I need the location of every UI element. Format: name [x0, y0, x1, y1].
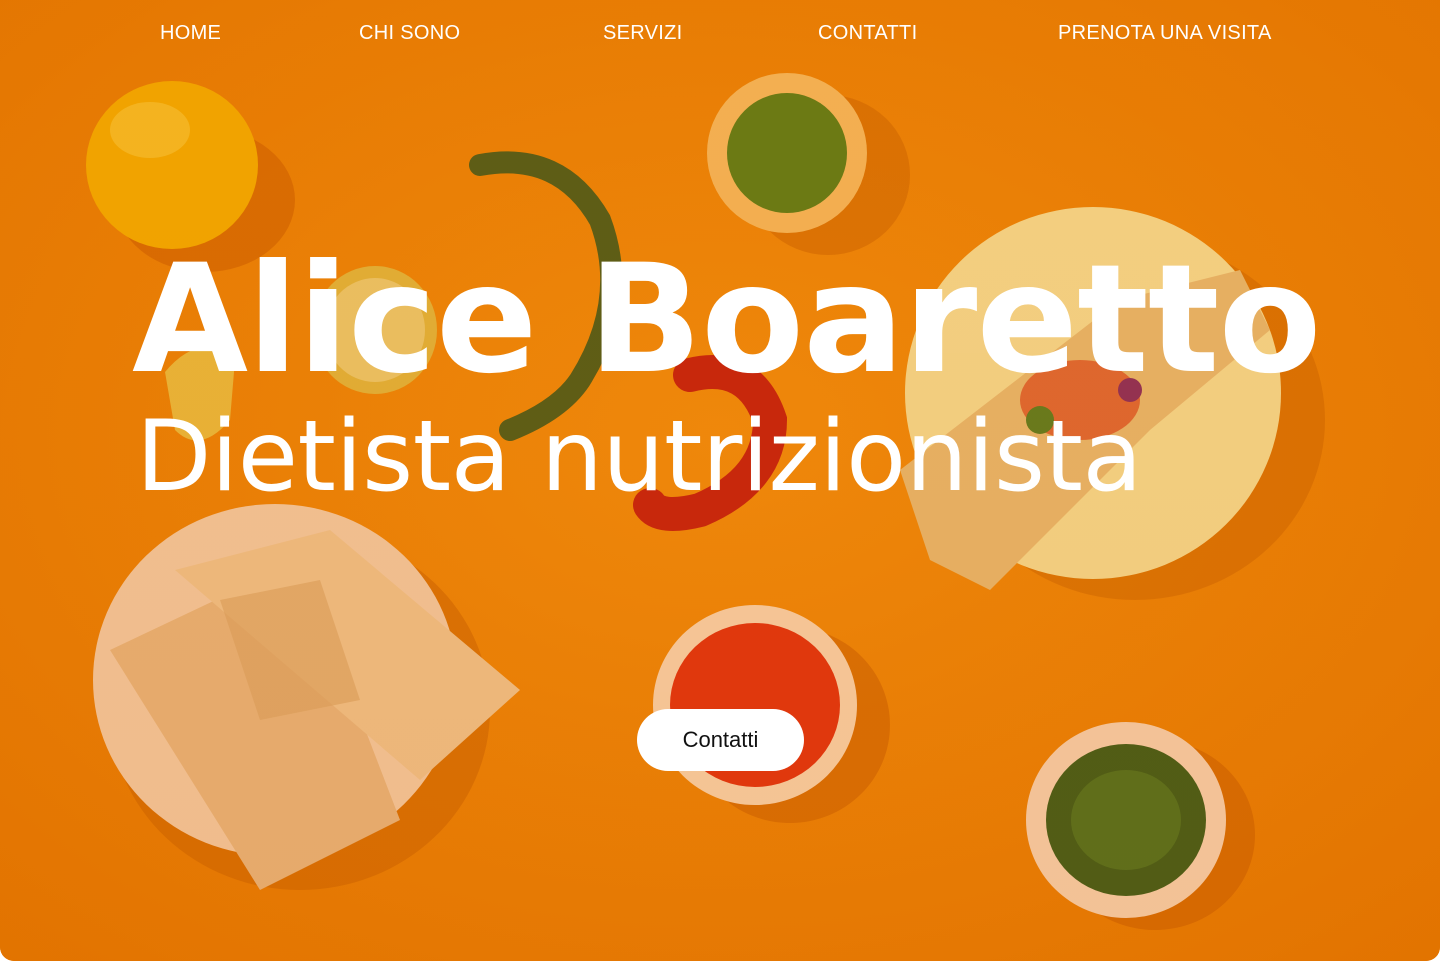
- nav-home-link[interactable]: HOME: [160, 22, 221, 45]
- hero-subtitle: Dietista nutrizionista: [136, 400, 1143, 514]
- nav-about-link[interactable]: CHI SONO: [359, 22, 460, 45]
- nav-contacts-link[interactable]: CONTATTI: [818, 22, 917, 45]
- nav-book-visit-link[interactable]: PRENOTA UNA VISITA: [1058, 22, 1272, 45]
- main-navigation: HOME CHI SONO SERVIZI CONTATTI PRENOTA U…: [0, 0, 1440, 72]
- contact-button[interactable]: Contatti: [637, 709, 804, 771]
- nav-services-link[interactable]: SERVIZI: [603, 22, 683, 45]
- hero-section: HOME CHI SONO SERVIZI CONTATTI PRENOTA U…: [0, 0, 1440, 961]
- hero-title: Alice Boaretto: [132, 233, 1322, 407]
